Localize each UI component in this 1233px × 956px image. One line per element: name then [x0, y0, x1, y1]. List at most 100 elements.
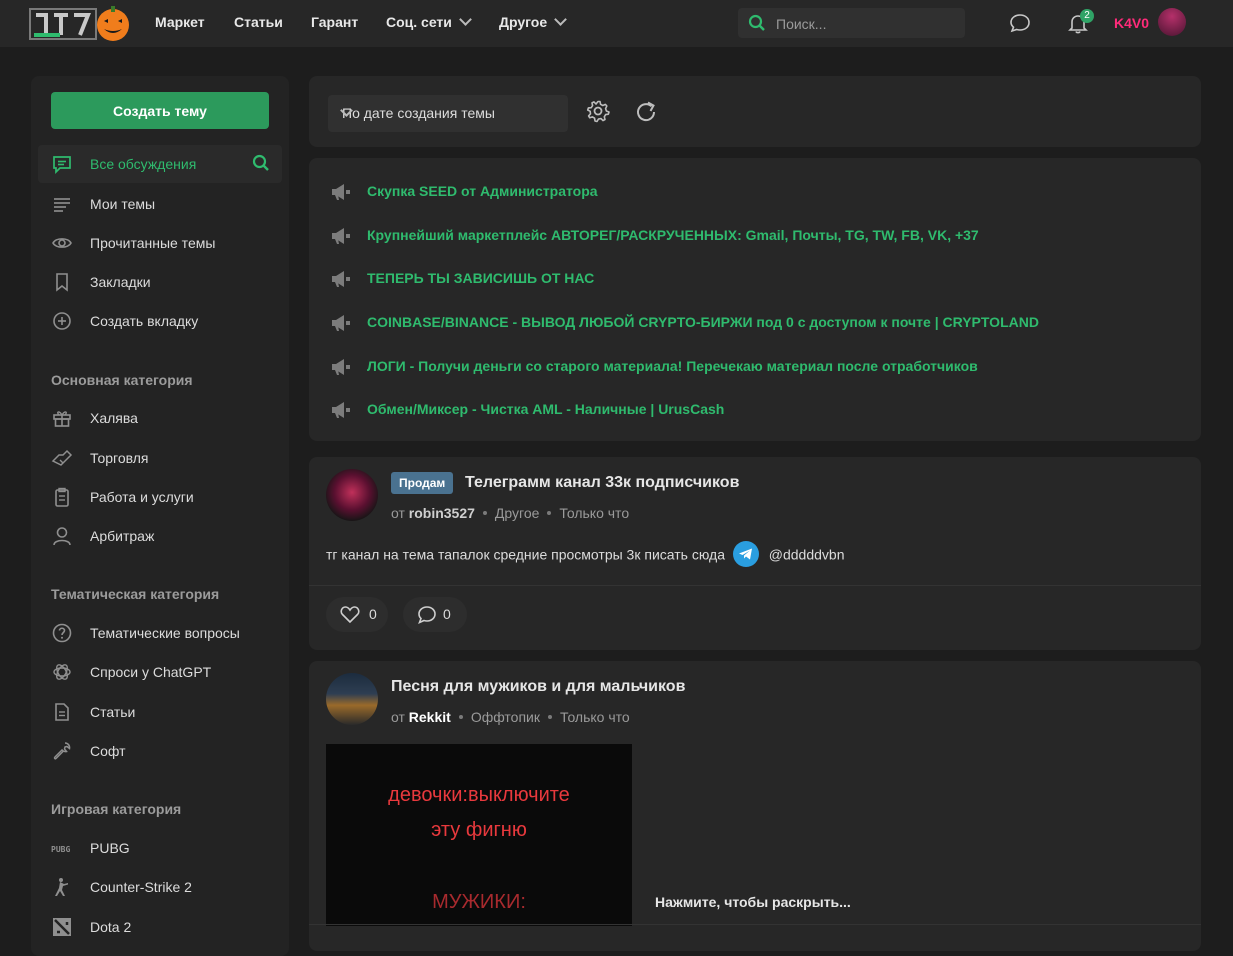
sidebar-item-label: Прочитанные темы — [90, 235, 216, 251]
notification-badge: 2 — [1080, 9, 1094, 23]
sidebar-item-my-threads[interactable]: Мои темы — [38, 185, 282, 223]
like-button[interactable]: 0 — [326, 597, 388, 632]
author-name[interactable]: Rekkit — [409, 709, 451, 725]
top-header: Маркет Статьи Гарант Соц. сети Другое 2 … — [0, 0, 1233, 47]
messages-icon[interactable] — [1009, 12, 1031, 34]
by-label: от — [391, 709, 405, 725]
section-heading-games: Игровая категория — [51, 801, 182, 817]
sidebar-item-create-tab[interactable]: Создать вкладку — [38, 302, 282, 340]
sidebar-item-label: Dota 2 — [90, 919, 132, 935]
thread-card: Песня для мужиков и для мальчиков от Rek… — [309, 661, 1201, 951]
thread-toolbar: По дате создания темы — [309, 76, 1201, 147]
sidebar-item-chatgpt[interactable]: Спроси у ChatGPT — [38, 653, 282, 691]
expand-link[interactable]: Нажмите, чтобы раскрыть... — [655, 894, 851, 910]
sidebar-item-dota2[interactable]: Dota 2 — [38, 908, 282, 946]
by-label: от — [391, 505, 405, 521]
announcement-link[interactable]: COINBASE/BINANCE - ВЫВОД ЛЮБОЙ CRYPTO-БИ… — [367, 314, 1039, 330]
divider — [309, 585, 1201, 586]
thread-prefix-badge[interactable]: Продам — [391, 472, 454, 494]
thread-preview: тг канал на тема тапалок средние просмот… — [326, 541, 844, 569]
sidebar-item-freebies[interactable]: Халява — [38, 399, 282, 437]
question-icon — [52, 623, 72, 643]
thread-time: Только что — [560, 709, 630, 725]
announcement-link[interactable]: Скупка SEED от Администратора — [367, 183, 598, 199]
sort-select[interactable]: По дате создания темы — [328, 95, 568, 132]
pubg-icon-text: PUBG — [51, 845, 70, 854]
sidebar-item-cs2[interactable]: Counter-Strike 2 — [38, 868, 282, 906]
heart-icon — [340, 606, 360, 624]
username[interactable]: K4V0 — [1114, 15, 1149, 31]
search-icon[interactable] — [252, 154, 270, 172]
chevron-down-icon — [459, 13, 472, 26]
thread-title[interactable]: Песня для мужиков и для мальчиков — [391, 678, 685, 696]
gear-icon[interactable] — [586, 99, 610, 123]
thread-category[interactable]: Оффтопик — [471, 709, 540, 725]
media-caption-line: эту фигню — [431, 819, 527, 841]
sidebar-item-label: Спроси у ChatGPT — [90, 664, 212, 680]
openai-icon — [53, 664, 71, 680]
thread-category[interactable]: Другое — [495, 505, 539, 521]
plus-circle-icon — [53, 312, 71, 330]
sidebar-item-questions[interactable]: Тематические вопросы — [38, 614, 282, 652]
sidebar-item-label: Арбитраж — [90, 528, 155, 544]
nav-articles[interactable]: Статьи — [234, 14, 283, 30]
nav-other-label: Другое — [499, 14, 548, 30]
preview-text: тг канал на тема тапалок средние просмот… — [326, 546, 725, 563]
separator-dot — [482, 511, 487, 515]
comment-count: 0 — [443, 606, 451, 622]
thread-card: Продам Телеграмм канал 33к подписчиков о… — [309, 457, 1201, 650]
sidebar-item-pubg[interactable]: PUBG PUBG — [38, 829, 282, 867]
sidebar-item-label: Закладки — [90, 274, 151, 290]
thread-meta: от robin3527 Другое Только что — [391, 505, 629, 521]
chat-icon — [53, 156, 71, 175]
sidebar-item-bookmarks[interactable]: Закладки — [38, 263, 282, 301]
sidebar-item-arbitrage[interactable]: Арбитраж — [38, 517, 282, 555]
nav-social-label: Соц. сети — [386, 14, 452, 30]
list-icon — [54, 198, 70, 212]
sidebar-item-all-discussions[interactable]: Все обсуждения — [38, 145, 282, 183]
announcement-link[interactable]: ЛОГИ - Получи деньги со старого материал… — [367, 358, 978, 374]
sidebar-item-software[interactable]: Софт — [38, 732, 282, 770]
sidebar: Создать тему Все обсуждения Мои темы Про… — [31, 76, 289, 956]
user-avatar[interactable] — [1158, 8, 1186, 36]
chevron-down-icon — [554, 13, 567, 26]
nav-other[interactable]: Другое — [499, 13, 567, 30]
media-caption-line: девочки:выключите — [388, 784, 570, 806]
sidebar-item-jobs[interactable]: Работа и услуги — [38, 478, 282, 516]
like-count: 0 — [369, 606, 377, 622]
sidebar-item-label: Создать вкладку — [90, 313, 199, 329]
handshake-icon — [51, 449, 73, 466]
sidebar-item-articles[interactable]: Статьи — [38, 693, 282, 731]
author-name[interactable]: robin3527 — [409, 505, 475, 521]
site-logo[interactable] — [28, 3, 132, 43]
megaphone-icon — [332, 184, 350, 200]
nav-social[interactable]: Соц. сети — [386, 13, 472, 30]
refresh-icon[interactable] — [633, 99, 659, 125]
sidebar-item-trade[interactable]: Торговля — [38, 439, 282, 477]
media-caption-line: МУЖИКИ: — [432, 891, 526, 913]
sidebar-item-label: Софт — [90, 743, 126, 759]
separator-dot — [547, 511, 552, 515]
comment-button[interactable]: 0 — [403, 597, 467, 632]
sidebar-item-read-threads[interactable]: Прочитанные темы — [38, 224, 282, 262]
author-avatar[interactable] — [326, 469, 378, 521]
announcement-link[interactable]: Обмен/Миксер - Чистка AML - Наличные | U… — [367, 401, 724, 417]
thread-media-image[interactable]: девочки:выключите эту фигню МУЖИКИ: — [326, 744, 632, 926]
comment-icon — [418, 606, 436, 625]
telegram-icon — [732, 541, 759, 567]
search-input[interactable] — [774, 8, 963, 40]
search-icon — [748, 14, 765, 31]
nav-market[interactable]: Маркет — [155, 14, 205, 30]
thread-title[interactable]: Телеграмм канал 33к подписчиков — [465, 474, 739, 492]
announcement-link[interactable]: ТЕПЕРЬ ТЫ ЗАВИСИШЬ ОТ НАС — [367, 270, 594, 286]
search-box[interactable] — [738, 8, 965, 40]
pubg-icon: PUBG — [51, 845, 70, 854]
dota-icon — [53, 918, 71, 936]
separator-dot — [458, 715, 463, 719]
author-avatar[interactable] — [326, 673, 378, 725]
create-thread-button[interactable]: Создать тему — [51, 92, 269, 129]
announcement-link[interactable]: Крупнейший маркетплейс АВТОРЕГ/РАСКРУЧЕН… — [367, 227, 979, 243]
nav-guarantee[interactable]: Гарант — [311, 14, 358, 30]
document-icon — [55, 703, 69, 721]
section-heading-thematic: Тематическая категория — [51, 586, 220, 602]
